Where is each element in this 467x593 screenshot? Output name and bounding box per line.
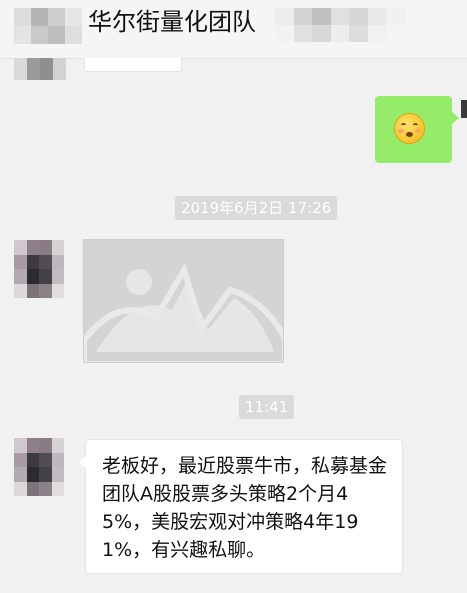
sender-avatar[interactable] (14, 438, 64, 496)
previous-message-bubble-partial (84, 58, 182, 72)
header-name-pixelated (275, 8, 405, 42)
header-avatar-pixelated (14, 8, 82, 44)
chat-title: 华尔街量化团队 (88, 8, 256, 36)
image-placeholder-icon (84, 262, 283, 362)
sender-avatar[interactable] (14, 240, 64, 298)
own-avatar-edge (461, 100, 467, 118)
blushing-smile-emoji-icon (394, 113, 425, 144)
previous-avatar-partial (14, 58, 66, 80)
message-text: 老板好，最近股票牛市，私募基金团队A股股票多头策略2个月45%，美股宏观对冲策略… (102, 455, 388, 561)
timestamp-chip: 11:41 (239, 395, 295, 419)
image-message-placeholder[interactable] (83, 239, 284, 363)
received-message-bubble[interactable]: 老板好，最近股票牛市，私募基金团队A股股票多头策略2个月45%，美股宏观对冲策略… (79, 439, 403, 574)
chat-header: 华尔街量化团队 (0, 0, 467, 59)
timestamp-chip: 2019年6月2日 17:26 (175, 196, 338, 220)
